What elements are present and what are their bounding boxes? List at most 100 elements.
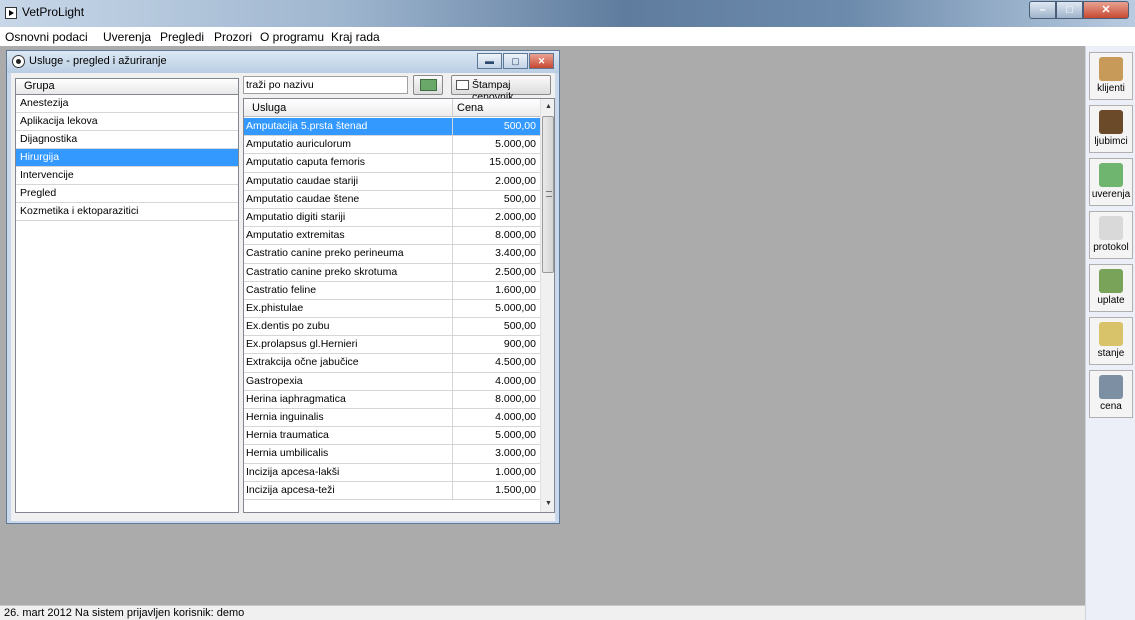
toolbar-button-protokol[interactable]: protokol bbox=[1089, 211, 1133, 259]
close-icon[interactable]: ✕ bbox=[1083, 1, 1129, 19]
toolbar-button-uplate[interactable]: uplate bbox=[1089, 264, 1133, 312]
payments-icon bbox=[1099, 269, 1123, 293]
toolbar-button-klijenti[interactable]: klijenti bbox=[1089, 52, 1133, 100]
toolbar-label: uplate bbox=[1097, 295, 1125, 306]
group-item[interactable]: Pregled bbox=[16, 185, 238, 203]
service-price-cell: 2.000,00 bbox=[495, 210, 536, 223]
table-row[interactable]: Hernia inguinalis 4.000,00 bbox=[244, 409, 540, 428]
service-price-cell: 4.000,00 bbox=[495, 411, 536, 423]
search-input[interactable]: traži po nazivu bbox=[243, 76, 408, 94]
service-name-cell: Extrakcija očne jabučice bbox=[246, 356, 359, 369]
service-name-cell: Gastropexia bbox=[246, 374, 303, 387]
search-nav-button[interactable] bbox=[413, 75, 443, 95]
services-window-title: Usluge - pregled i ažuriranje bbox=[29, 55, 167, 67]
menu-pregledi[interactable]: Pregledi bbox=[160, 30, 204, 44]
child-close-icon[interactable]: ✕ bbox=[529, 53, 554, 69]
child-window-controls: ▬ ▢ ✕ bbox=[476, 53, 554, 69]
table-row[interactable]: Amputatio auriculorum 5.000,00 bbox=[244, 136, 540, 155]
group-column-header[interactable]: Grupa bbox=[15, 78, 239, 95]
table-row[interactable]: Hernia umbilicalis 3.000,00 bbox=[244, 445, 540, 464]
table-row[interactable]: Incizija apcesa-lakši 1.000,00 bbox=[244, 463, 540, 482]
table-row[interactable]: Gastropexia 4.000,00 bbox=[244, 372, 540, 391]
clients-icon bbox=[1099, 57, 1123, 81]
menu-o-programu[interactable]: O programu bbox=[260, 30, 324, 44]
menubar: Osnovni podaci Uverenja Pregledi Prozori… bbox=[0, 27, 1135, 46]
table-row[interactable]: Incizija apcesa-teži 1.500,00 bbox=[244, 481, 540, 500]
calculator-icon bbox=[1099, 375, 1123, 399]
toolbar-button-uverenja[interactable]: uverenja bbox=[1089, 158, 1133, 206]
toolbar-label: uverenja bbox=[1091, 189, 1131, 200]
table-row[interactable]: Hernia traumatica 5.000,00 bbox=[244, 427, 540, 446]
app-icon bbox=[5, 7, 17, 19]
table-row[interactable]: Ex.dentis po zubu 500,00 bbox=[244, 318, 540, 337]
print-price-list-button[interactable]: Štampaj cenovnik bbox=[451, 75, 551, 103]
group-item[interactable]: Hirurgija bbox=[16, 149, 238, 167]
table-row[interactable]: Castratio canine preko perineuma 3.400,00 bbox=[244, 245, 540, 264]
group-item[interactable]: Aplikacija lekova bbox=[16, 113, 238, 131]
table-row[interactable]: Extrakcija očne jabučice 4.500,00 bbox=[244, 354, 540, 373]
toolbar-button-stanje[interactable]: stanje bbox=[1089, 317, 1133, 365]
service-price-cell: 8.000,00 bbox=[495, 392, 536, 405]
table-row[interactable]: Amputatio digiti stariji 2.000,00 bbox=[244, 208, 540, 228]
service-name-cell: Incizija apcesa-teži bbox=[246, 483, 335, 496]
child-minimize-icon[interactable]: ▬ bbox=[477, 53, 502, 69]
column-header-cena[interactable]: Cena bbox=[457, 102, 483, 114]
table-row[interactable]: Amputatio caputa femoris 15.000,00 bbox=[244, 154, 540, 173]
table-row[interactable]: Amputatio caudae štene 500,00 bbox=[244, 190, 540, 209]
group-item[interactable]: Kozmetika i ektoparazitici bbox=[16, 203, 238, 221]
scroll-up-icon[interactable]: ▲ bbox=[541, 99, 554, 115]
service-price-cell: 8.000,00 bbox=[495, 229, 536, 242]
service-price-cell: 1.500,00 bbox=[495, 483, 536, 496]
menu-osnovni-podaci[interactable]: Osnovni podaci bbox=[5, 30, 88, 44]
table-row[interactable]: Herina iaphragmatica 8.000,00 bbox=[244, 390, 540, 409]
toolbar-button-cena[interactable]: cena bbox=[1089, 370, 1133, 418]
table-row[interactable]: Amputatio caudae stariji 2.000,00 bbox=[244, 172, 540, 191]
services-window: Usluge - pregled i ažuriranje ▬ ▢ ✕ Grup… bbox=[6, 50, 560, 524]
service-name-cell: Ex.dentis po zubu bbox=[246, 320, 330, 333]
window-controls: – □ ✕ bbox=[1029, 1, 1129, 19]
service-price-cell: 1.600,00 bbox=[495, 283, 536, 296]
menu-prozori[interactable]: Prozori bbox=[214, 30, 252, 44]
service-name-cell: Amputatio caudae štene bbox=[246, 192, 360, 205]
service-name-cell: Ex.phistulae bbox=[246, 301, 304, 314]
toolbar-label: klijenti bbox=[1097, 83, 1125, 94]
services-table: Usluga Cena Amputacija 5.prsta štenad 500… bbox=[243, 98, 555, 513]
scroll-thumb[interactable] bbox=[542, 116, 554, 273]
table-row[interactable]: Ex.prolapsus gl.Hernieri 900,00 bbox=[244, 336, 540, 355]
app-title: VetProLight bbox=[22, 5, 85, 19]
menu-uverenja[interactable]: Uverenja bbox=[103, 30, 151, 44]
service-price-cell: 3.400,00 bbox=[495, 247, 536, 260]
table-row[interactable]: Ex.phistulae 5.000,00 bbox=[244, 299, 540, 319]
service-price-cell: 5.000,00 bbox=[495, 138, 536, 151]
printer-icon bbox=[456, 80, 469, 90]
service-price-cell: 500,00 bbox=[503, 192, 536, 205]
group-item[interactable]: Anestezija bbox=[16, 95, 238, 113]
services-window-body: Grupa Anestezija Aplikacija lekova Dijagno… bbox=[11, 73, 555, 521]
table-row[interactable]: Amputatio extremitas 8.000,00 bbox=[244, 227, 540, 246]
pets-icon bbox=[1099, 110, 1123, 134]
menu-kraj-rada[interactable]: Kraj rada bbox=[331, 30, 380, 44]
group-item[interactable]: Dijagnostika bbox=[16, 131, 238, 149]
table-row[interactable]: Castratio canine preko skrotuma 2.500,00 bbox=[244, 263, 540, 282]
service-name-cell: Hernia inguinalis bbox=[246, 411, 324, 423]
service-price-cell: 5.000,00 bbox=[495, 301, 536, 314]
balance-icon bbox=[1099, 322, 1123, 346]
vertical-scrollbar[interactable]: ▲ ▼ bbox=[540, 99, 554, 512]
window-app-icon bbox=[12, 55, 25, 68]
right-toolbar: klijenti ljubimci uverenja protokol uplate st… bbox=[1085, 46, 1135, 620]
service-price-cell: 3.000,00 bbox=[495, 447, 536, 460]
service-name-cell: Castratio canine preko skrotuma bbox=[246, 265, 398, 278]
column-header-usluga[interactable]: Usluga bbox=[252, 102, 286, 114]
service-name-cell: Amputatio auriculorum bbox=[246, 138, 352, 151]
toolbar-button-ljubimci[interactable]: ljubimci bbox=[1089, 105, 1133, 153]
table-row[interactable]: Amputacija 5.prsta štenad 500,00 bbox=[244, 118, 540, 137]
table-row[interactable]: Castratio feline 1.600,00 bbox=[244, 281, 540, 300]
service-name-cell: Herina iaphragmatica bbox=[246, 392, 346, 405]
maximize-icon[interactable]: □ bbox=[1056, 1, 1083, 19]
minimize-icon[interactable]: – bbox=[1029, 1, 1056, 19]
group-item[interactable]: Intervencije bbox=[16, 167, 238, 185]
toolbar-label: cena bbox=[1100, 401, 1122, 412]
service-name-cell: Amputatio caudae stariji bbox=[246, 174, 359, 187]
scroll-down-icon[interactable]: ▼ bbox=[541, 496, 554, 512]
child-maximize-icon[interactable]: ▢ bbox=[503, 53, 528, 69]
